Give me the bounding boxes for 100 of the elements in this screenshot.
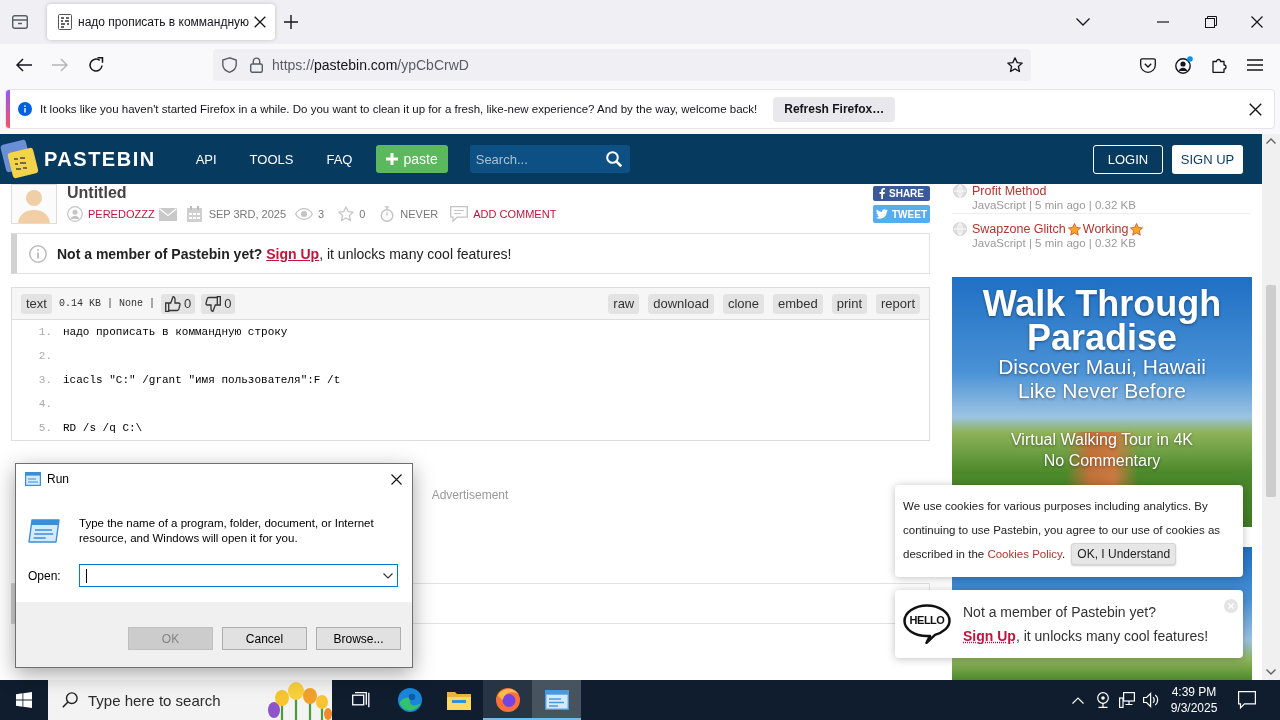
logo-text[interactable]: PASTEBIN <box>44 147 156 171</box>
accept-cookies-button[interactable]: OK, I Understand <box>1071 543 1177 565</box>
notice-text: Not a member of Pastebin yet? Sign Up, it unlocks many cool features! <box>57 245 512 262</box>
close-icon[interactable] <box>254 16 267 28</box>
tab-list-icon[interactable] <box>12 14 28 30</box>
menu-icon[interactable] <box>1247 59 1263 71</box>
sign-up-link[interactable]: Sign Up <box>963 628 1016 644</box>
code-line: надо прописать в коммандную строку <box>63 326 288 338</box>
ad-headline: Walk Through Paradise <box>981 287 1223 355</box>
clock-time[interactable]: 4:39 PM <box>1171 684 1217 700</box>
toolbar-button[interactable]: embed <box>773 293 823 314</box>
wave-logo-icon <box>397 688 422 712</box>
sign-up-button[interactable]: SIGN UP <box>1172 144 1243 174</box>
windows-logo-icon[interactable] <box>16 692 32 708</box>
chevron-down-icon[interactable] <box>383 572 393 579</box>
paste-link[interactable]: Profit Method <box>972 184 1047 198</box>
dialog-title: Run <box>47 472 69 486</box>
toolbar-button[interactable]: download <box>648 293 714 314</box>
line-number: 1. <box>37 326 52 338</box>
author-link[interactable]: PEREDOZZZ <box>88 208 155 220</box>
paste-meta: JavaScript | 5 min ago | 0.32 KB <box>972 198 1136 212</box>
calendar-icon <box>186 206 202 222</box>
nav-link[interactable]: FAQ <box>326 151 353 167</box>
dialog-button[interactable]: Browse... <box>316 627 401 650</box>
paste-date: SEP 3RD, 2025 <box>208 208 287 220</box>
taskbar-button[interactable] <box>532 680 581 720</box>
chevron-pouch-icon[interactable] <box>1140 57 1156 73</box>
toolbar-button[interactable]: print <box>831 293 868 314</box>
clock-date[interactable]: 9/3/2025 <box>1170 700 1218 716</box>
line-number: 2. <box>37 350 52 362</box>
dialog-button[interactable]: Cancel <box>222 627 307 650</box>
plus-icon[interactable] <box>284 15 298 29</box>
document-icon <box>57 14 73 30</box>
close-icon[interactable] <box>1249 102 1262 116</box>
shield-icon[interactable] <box>222 57 237 73</box>
thumbs-up-icon <box>165 295 181 312</box>
paste-link[interactable]: Swapzone Glitch Working <box>972 222 1146 236</box>
browser-tab[interactable]: надо прописать в коммандную <box>47 4 275 40</box>
toolbar-button[interactable]: clone <box>722 293 764 314</box>
close-icon[interactable] <box>1251 16 1263 28</box>
cookies-policy-link[interactable]: Cookies Policy <box>987 548 1062 560</box>
info-icon <box>18 102 32 116</box>
toolbar-button[interactable]: raw <box>608 293 640 314</box>
folder-icon <box>446 690 471 710</box>
search-icon[interactable] <box>605 151 622 167</box>
chevron-down-icon[interactable] <box>1076 18 1090 26</box>
eye-icon <box>295 208 314 220</box>
syntax-tag[interactable]: text <box>21 293 52 314</box>
search-field[interactable]: Search... <box>469 145 630 173</box>
ad-subheadline: Discover Maui, Hawaii Like Never Before <box>997 355 1207 403</box>
expiration-text: NEVER <box>400 208 439 220</box>
scrollbar[interactable] <box>1262 134 1280 680</box>
nav-link[interactable]: API <box>195 151 217 167</box>
popup-title: Not a member of Pastebin yet? <box>963 603 1156 622</box>
user-icon <box>67 206 83 222</box>
lock-icon[interactable] <box>250 57 263 73</box>
back-icon[interactable] <box>16 58 32 72</box>
flame-globe-icon <box>495 688 520 712</box>
webcam-icon[interactable] <box>1096 692 1110 708</box>
scrollbar-thumb[interactable] <box>1266 285 1276 497</box>
favorite-count: 0 <box>359 208 366 220</box>
address-bar[interactable]: https://pastebin.com/ypCbCrwD <box>213 49 1031 81</box>
stopwatch-icon <box>379 206 396 222</box>
volume-icon[interactable] <box>1143 692 1159 708</box>
toolbar-button[interactable]: report <box>876 293 920 314</box>
globe-icon <box>953 222 967 236</box>
star-icon <box>1130 222 1144 236</box>
paste-details: 0.14 KB | None | <box>58 298 155 309</box>
star-icon[interactable] <box>1007 57 1023 73</box>
thumbs-down-icon <box>205 295 222 312</box>
line-number: 3. <box>37 374 52 386</box>
plus-icon <box>386 153 399 165</box>
refresh-button[interactable]: Refresh Firefox… <box>773 96 896 122</box>
nav-link[interactable]: TOOLS <box>249 151 294 167</box>
chevron-up-icon[interactable] <box>1072 696 1084 704</box>
network-icon[interactable] <box>1119 692 1135 708</box>
window-icon <box>544 690 569 710</box>
restore-icon[interactable] <box>1205 16 1217 28</box>
login-button[interactable]: LOGIN <box>1093 144 1163 174</box>
account-icon[interactable] <box>1175 56 1193 74</box>
open-label: Open: <box>28 568 62 583</box>
notification-icon[interactable] <box>1238 691 1256 709</box>
logo-icon[interactable] <box>0 137 40 181</box>
notification-message: It looks like you haven't started Firefox in a while. Do you want to clean it up for a fresh, like-new experience? And by the way, welcome back! <box>40 103 758 115</box>
caret-up-icon[interactable] <box>1266 138 1276 144</box>
add-comment-link[interactable]: ADD COMMENT <box>473 208 557 220</box>
caret-down-icon[interactable] <box>1266 669 1276 675</box>
dislike-button[interactable]: 0 <box>201 293 236 314</box>
search-field[interactable]: Type here to search <box>48 680 332 720</box>
taskbar-button[interactable] <box>483 680 532 720</box>
puzzle-icon[interactable] <box>1212 57 1228 73</box>
close-icon[interactable] <box>391 473 402 485</box>
like-button[interactable]: 0 <box>161 293 196 314</box>
open-field[interactable] <box>79 564 398 587</box>
paste-meta: JavaScript | 5 min ago | 0.32 KB <box>972 236 1136 250</box>
paste-title: Untitled <box>67 184 127 202</box>
reload-icon[interactable] <box>88 57 104 73</box>
globe-icon <box>953 184 967 198</box>
star-icon <box>1067 222 1081 236</box>
share-button[interactable]: SHARE <box>873 186 930 201</box>
